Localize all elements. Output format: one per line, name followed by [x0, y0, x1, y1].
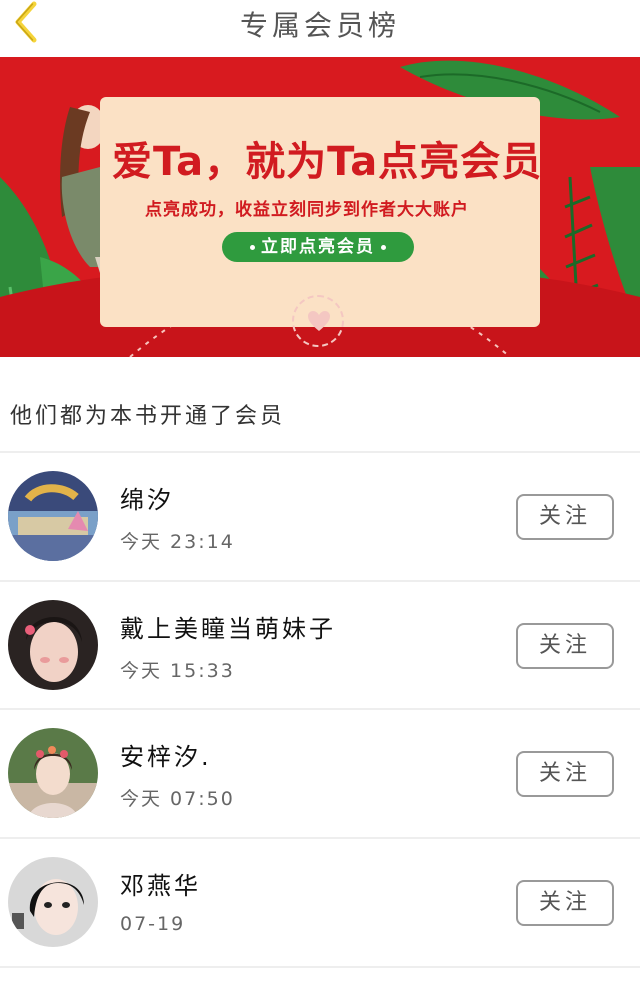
promo-banner[interactable]: 爱Ta，就为Ta点亮会员 点亮成功，收益立刻同步到作者大大账户 立即点亮会员 — [0, 57, 640, 357]
follow-button[interactable]: 关注 — [516, 494, 614, 540]
avatar[interactable] — [8, 600, 98, 690]
dot-icon — [250, 244, 255, 250]
avatar[interactable] — [8, 471, 98, 561]
heart-icon — [308, 311, 330, 331]
section-label: 他们都为本书开通了会员 — [10, 404, 286, 429]
page-title: 专属会员榜 — [239, 9, 400, 42]
banner-cta-label: 立即点亮会员 — [261, 237, 375, 257]
avatar[interactable] — [8, 728, 98, 818]
light-up-membership-button[interactable]: 立即点亮会员 — [222, 232, 414, 262]
member-time: 今天 23:14 — [120, 531, 235, 553]
follow-button[interactable]: 关注 — [516, 880, 614, 926]
avatar[interactable] — [8, 857, 98, 947]
list-item[interactable]: 安梓汐. 今天 07:50 关注 — [0, 710, 640, 838]
header: 专属会员榜 — [0, 0, 640, 50]
member-name: 安梓汐. — [120, 743, 212, 771]
member-time: 07-19 — [120, 913, 186, 935]
member-name: 绵汐 — [120, 486, 174, 514]
member-time: 今天 15:33 — [120, 660, 235, 682]
follow-button[interactable]: 关注 — [516, 623, 614, 669]
list-item[interactable]: 绵汐 今天 23:14 关注 — [0, 453, 640, 581]
banner-title: 爱Ta，就为Ta点亮会员 — [112, 139, 543, 185]
banner-subtitle: 点亮成功，收益立刻同步到作者大大账户 — [145, 200, 469, 220]
follow-button[interactable]: 关注 — [516, 751, 614, 797]
list-item[interactable]: 邓燕华 07-19 关注 — [0, 839, 640, 967]
dot-icon — [381, 244, 386, 250]
divider — [0, 966, 640, 968]
member-name: 戴上美瞳当萌妹子 — [120, 615, 336, 643]
member-time: 今天 07:50 — [120, 788, 235, 810]
list-item[interactable]: 戴上美瞳当萌妹子 今天 15:33 关注 — [0, 582, 640, 710]
member-name: 邓燕华 — [120, 872, 201, 900]
